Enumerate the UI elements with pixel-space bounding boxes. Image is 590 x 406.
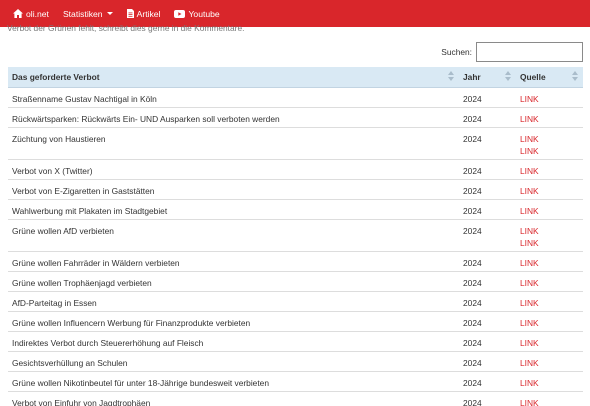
cell-quelle: LINK [516,310,583,331]
cell-verbot: Rückwärtsparken: Rückwärts Ein- UND Ausp… [8,106,459,127]
cell-jahr: 2024 [459,250,516,271]
sort-icon [572,71,578,83]
nav-artikel-label: Artikel [136,8,161,19]
source-link[interactable]: LINK [520,297,579,309]
table-row: Verbot von E-Zigaretten in Gaststätten 20… [8,178,583,199]
cell-jahr: 2024 [459,86,516,107]
cell-jahr: 2024 [459,178,516,199]
cell-verbot: Grüne wollen Trophäenjagd verbieten [8,270,459,291]
nav-statistiken-label: Statistiken [62,8,103,19]
cell-jahr: 2024 [459,390,516,406]
source-link[interactable]: LINK [520,317,579,329]
table-row: Grüne wollen AfD verbieten 2024 LINK LINK [8,218,583,251]
search-label: Suchen: [441,47,472,57]
column-header-quelle[interactable]: Quelle [516,67,583,88]
cell-jahr: 2024 [459,198,516,219]
cell-quelle: LINK [516,290,583,311]
source-link[interactable]: LINK [520,93,579,105]
table-row: Grüne wollen Trophäenjagd verbieten 2024 L… [8,270,583,291]
table-row: Grüne wollen Nikotinbeutel für unter 18-… [8,370,583,391]
cell-verbot: Grüne wollen Influencern Werbung für Fin… [8,310,459,331]
cell-jahr: 2024 [459,158,516,179]
cell-jahr: 2024 [459,310,516,331]
cell-jahr: 2024 [459,126,516,159]
table-body: Straßenname Gustav Nachtigal in Köln 2024… [8,86,583,406]
cell-jahr: 2024 [459,270,516,291]
cell-jahr: 2024 [459,370,516,391]
cell-quelle: LINK [516,198,583,219]
cell-verbot: Grüne wollen AfD verbieten [8,218,459,251]
nav-brand-label: oli.net [26,8,49,19]
source-link[interactable]: LINK [520,113,579,125]
cell-quelle: LINK [516,106,583,127]
table-row: Grüne wollen Fahrräder in Wäldern verbie… [8,250,583,271]
sort-icon [505,71,511,83]
source-link[interactable]: LINK [520,397,579,406]
table-search: Suchen: [441,42,583,62]
document-icon [126,9,134,18]
table-row: Straßenname Gustav Nachtigal in Köln 2024… [8,86,583,107]
table-row: Grüne wollen Influencern Werbung für Fin… [8,310,583,331]
table-header-row: Das geforderte Verbot Jahr Quelle [8,67,583,88]
cell-quelle: LINK [516,178,583,199]
cell-verbot: Indirektes Verbot durch Steuererhöhung a… [8,330,459,351]
cell-verbot: Verbot von X (Twitter) [8,158,459,179]
cell-verbot: Verbot von Einfuhr von Jagdtrophäen [8,390,459,406]
cell-verbot: Züchtung von Haustieren [8,126,459,159]
cell-verbot: Grüne wollen Fahrräder in Wäldern verbie… [8,250,459,271]
cell-verbot: AfD-Parteitag in Essen [8,290,459,311]
cell-verbot: Straßenname Gustav Nachtigal in Köln [8,86,459,107]
cell-quelle: LINK [516,350,583,371]
table-row: Züchtung von Haustieren 2024 LINK LINK [8,126,583,159]
cell-quelle: LINK [516,86,583,107]
cell-jahr: 2024 [459,330,516,351]
cell-quelle: LINK [516,158,583,179]
cell-quelle: LINK [516,370,583,391]
table-row: Indirektes Verbot durch Steuererhöhung a… [8,330,583,351]
table-row: Verbot von X (Twitter) 2024 LINK [8,158,583,179]
cell-quelle: LINK LINK [516,218,583,251]
cell-verbot: Gesichtsverhüllung an Schulen [8,350,459,371]
intro-text: Verbot der Grünen fehlt, schreibt dies g… [7,23,245,33]
cell-quelle: LINK [516,270,583,291]
cell-verbot: Grüne wollen Nikotinbeutel für unter 18-… [8,370,459,391]
nav-youtube-label: Youtube [188,8,220,19]
column-header-jahr[interactable]: Jahr [459,67,516,88]
table-row: Rückwärtsparken: Rückwärts Ein- UND Ausp… [8,106,583,127]
table-row: Verbot von Einfuhr von Jagdtrophäen 2024 L… [8,390,583,406]
source-link[interactable]: LINK [520,277,579,289]
source-link[interactable]: LINK [520,225,579,237]
source-link[interactable]: LINK [520,165,579,177]
cell-jahr: 2024 [459,218,516,251]
source-link[interactable]: LINK [520,377,579,389]
verbote-table: Das geforderte Verbot Jahr Quelle Straße… [8,67,583,406]
source-link[interactable]: LINK [520,337,579,349]
column-header-verbot[interactable]: Das geforderte Verbot [8,67,459,88]
cell-quelle: LINK [516,250,583,271]
table-row: Gesichtsverhüllung an Schulen 2024 LINK [8,350,583,371]
table-row: AfD-Parteitag in Essen 2024 LINK [8,290,583,311]
search-input[interactable] [476,42,583,62]
source-link[interactable]: LINK [520,145,579,157]
home-icon [13,9,23,18]
cell-jahr: 2024 [459,290,516,311]
caret-down-icon [106,12,113,15]
source-link[interactable]: LINK [520,257,579,269]
source-link[interactable]: LINK [520,185,579,197]
source-link[interactable]: LINK [520,133,579,145]
source-link[interactable]: LINK [520,237,579,249]
cell-quelle: LINK [516,390,583,406]
cell-jahr: 2024 [459,106,516,127]
sort-icon [448,71,454,83]
youtube-icon [174,9,186,18]
table-row: Wahlwerbung mit Plakaten im Stadtgebiet 2… [8,198,583,219]
source-link[interactable]: LINK [520,357,579,369]
cell-jahr: 2024 [459,350,516,371]
cell-verbot: Verbot von E-Zigaretten in Gaststätten [8,178,459,199]
cell-quelle: LINK LINK [516,126,583,159]
source-link[interactable]: LINK [520,205,579,217]
cell-quelle: LINK [516,330,583,351]
cell-verbot: Wahlwerbung mit Plakaten im Stadtgebiet [8,198,459,219]
